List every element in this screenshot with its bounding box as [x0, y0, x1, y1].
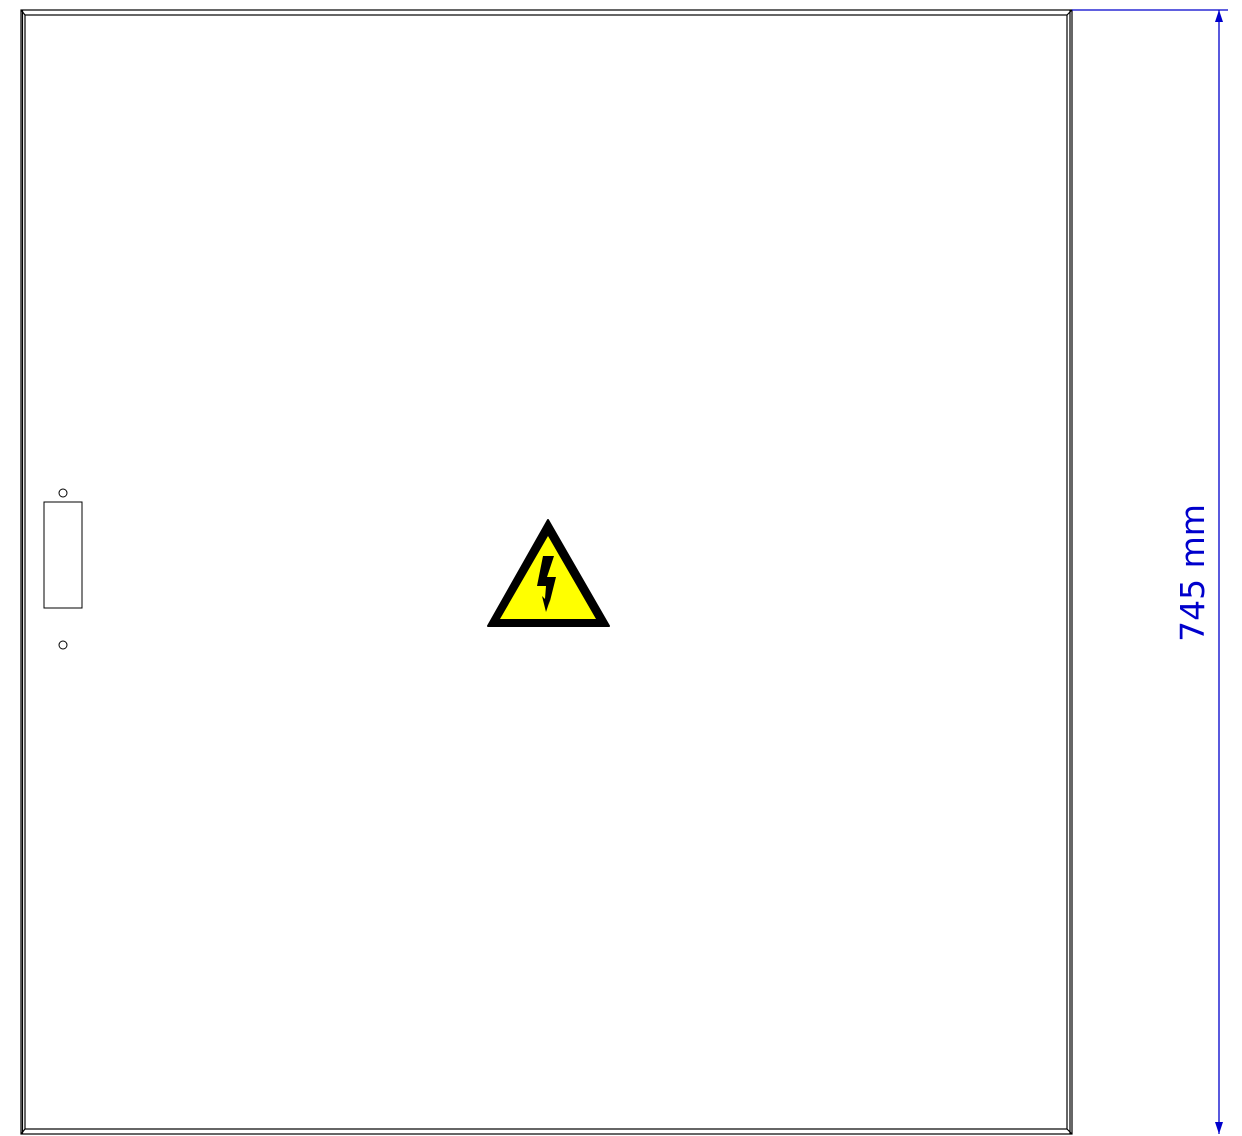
door-handle: [43, 501, 83, 609]
high-voltage-warning-icon: [487, 519, 610, 627]
cabinet-door-drawing: 745 mm: [20, 9, 1228, 1135]
upper-screw-hole: [58, 488, 68, 498]
dimension-label: 745 mm: [1173, 504, 1212, 642]
height-dimension: 745 mm: [1072, 9, 1228, 1134]
door-lock: [43, 488, 83, 650]
dimension-arrow-top: [1215, 10, 1223, 22]
dimension-arrow-bottom: [1215, 1122, 1223, 1134]
lower-screw-hole: [58, 640, 68, 650]
